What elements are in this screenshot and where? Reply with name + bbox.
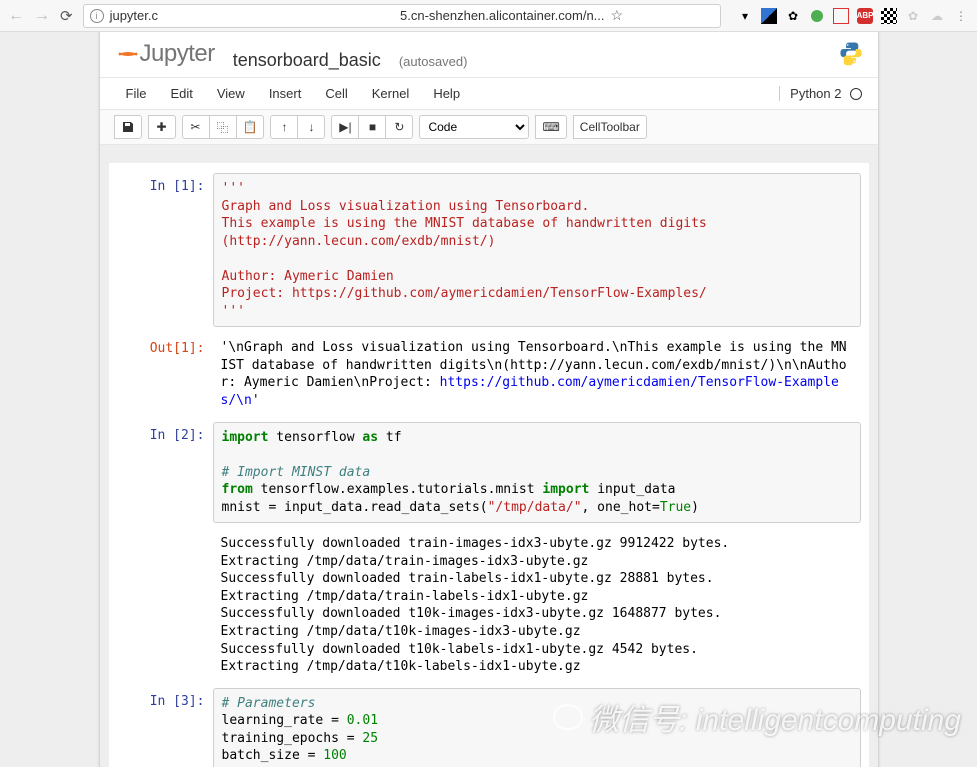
jupyter-logo-text: Jupyter: [140, 40, 215, 68]
notebook-container: Jupyter tensorboard_basic (autosaved) Fi…: [99, 32, 879, 767]
url-text-prefix: jupyter.c: [110, 8, 158, 23]
qr-icon[interactable]: [881, 8, 897, 24]
code-input[interactable]: import tensorflow as tf # Import MINST d…: [213, 422, 861, 524]
jupyter-logo[interactable]: Jupyter: [114, 40, 215, 68]
url-text-suffix: 5.cn-shenzhen.alicontainer.com/n...: [400, 8, 605, 23]
code-cell[interactable]: In [1]: ''' Graph and Loss visualization…: [117, 173, 861, 327]
extensions-tray: ▾ ✿ ABP ✿ ☁ ⋮: [731, 8, 969, 24]
bookmark-star-icon[interactable]: ☆: [611, 7, 624, 24]
move-up-button[interactable]: ↑: [270, 115, 298, 139]
address-bar[interactable]: i jupyter.c 5.cn-shenzhen.alicontainer.c…: [83, 4, 721, 28]
kernel-indicator[interactable]: Python 2: [779, 86, 863, 101]
celltoolbar-button[interactable]: CellToolbar: [573, 115, 647, 139]
toolbar: ✚ ✂ ⿻ 📋 ↑ ↓ ▶| ■ ↻ Code ⌨ CellToolbar: [100, 110, 878, 145]
add-cell-button[interactable]: ✚: [148, 115, 176, 139]
menu-edit[interactable]: Edit: [158, 82, 204, 105]
menu-bar: File Edit View Insert Cell Kernel Help P…: [100, 78, 878, 110]
menu-kernel[interactable]: Kernel: [360, 82, 422, 105]
stop-button[interactable]: ■: [358, 115, 386, 139]
menu-insert[interactable]: Insert: [257, 82, 314, 105]
kernel-status-icon: [850, 88, 862, 100]
restart-button[interactable]: ↻: [385, 115, 413, 139]
move-down-button[interactable]: ↓: [297, 115, 325, 139]
back-button[interactable]: ←: [8, 7, 24, 25]
out-prompt: Out[1]:: [117, 335, 213, 413]
site-info-icon[interactable]: i: [90, 9, 104, 23]
in-prompt: In [3]:: [117, 688, 213, 767]
in-prompt: In [2]:: [117, 422, 213, 524]
jupyter-logo-icon: [114, 42, 138, 66]
code-cell[interactable]: In [3]: # Parameters learning_rate = 0.0…: [117, 688, 861, 767]
cell-type-select[interactable]: Code: [419, 115, 529, 139]
adblock-icon[interactable]: ABP: [857, 8, 873, 24]
stream-output: Successfully downloaded train-images-idx…: [213, 531, 861, 679]
page: Jupyter tensorboard_basic (autosaved) Fi…: [0, 32, 977, 767]
url-masked: [164, 9, 394, 23]
save-button[interactable]: [114, 115, 142, 139]
delicious-icon[interactable]: [761, 8, 777, 24]
output-row: Successfully downloaded train-images-idx…: [117, 531, 861, 679]
browser-toolbar: ← → ⟳ i jupyter.c 5.cn-shenzhen.aliconta…: [0, 0, 977, 32]
chrome-menu-icon[interactable]: ⋮: [953, 8, 969, 24]
pocket-icon[interactable]: ▾: [737, 8, 753, 24]
copy-button[interactable]: ⿻: [209, 115, 237, 139]
empty-prompt: [117, 531, 213, 679]
menu-view[interactable]: View: [205, 82, 257, 105]
ext-icon-gray2[interactable]: ☁: [929, 8, 945, 24]
notebook-body: In [1]: ''' Graph and Loss visualization…: [100, 145, 878, 767]
notebook-name[interactable]: tensorboard_basic: [233, 50, 381, 71]
cut-button[interactable]: ✂: [182, 115, 210, 139]
ext-icon-1[interactable]: ✿: [785, 8, 801, 24]
paste-button[interactable]: 📋: [236, 115, 265, 139]
menu-file[interactable]: File: [114, 82, 159, 105]
in-prompt: In [1]:: [117, 173, 213, 327]
menu-help[interactable]: Help: [421, 82, 472, 105]
forward-button[interactable]: →: [34, 7, 50, 25]
ext-icon-green[interactable]: [809, 8, 825, 24]
menu-cell[interactable]: Cell: [313, 82, 359, 105]
ext-icon-gray1[interactable]: ✿: [905, 8, 921, 24]
notebook-header: Jupyter tensorboard_basic (autosaved): [100, 32, 878, 78]
code-input[interactable]: # Parameters learning_rate = 0.01 traini…: [213, 688, 861, 767]
run-button[interactable]: ▶|: [331, 115, 359, 139]
code-input[interactable]: ''' Graph and Loss visualization using T…: [213, 173, 861, 327]
text-output: '\nGraph and Loss visualization using Te…: [213, 335, 861, 413]
output-row: Out[1]: '\nGraph and Loss visualization …: [117, 335, 861, 413]
kernel-name: Python 2: [790, 86, 841, 101]
autosave-status: (autosaved): [399, 54, 468, 69]
command-palette-button[interactable]: ⌨: [535, 115, 566, 139]
python-logo-icon: [838, 40, 864, 69]
code-cell[interactable]: In [2]: import tensorflow as tf # Import…: [117, 422, 861, 524]
reload-button[interactable]: ⟳: [60, 7, 73, 25]
ext-icon-box[interactable]: [833, 8, 849, 24]
